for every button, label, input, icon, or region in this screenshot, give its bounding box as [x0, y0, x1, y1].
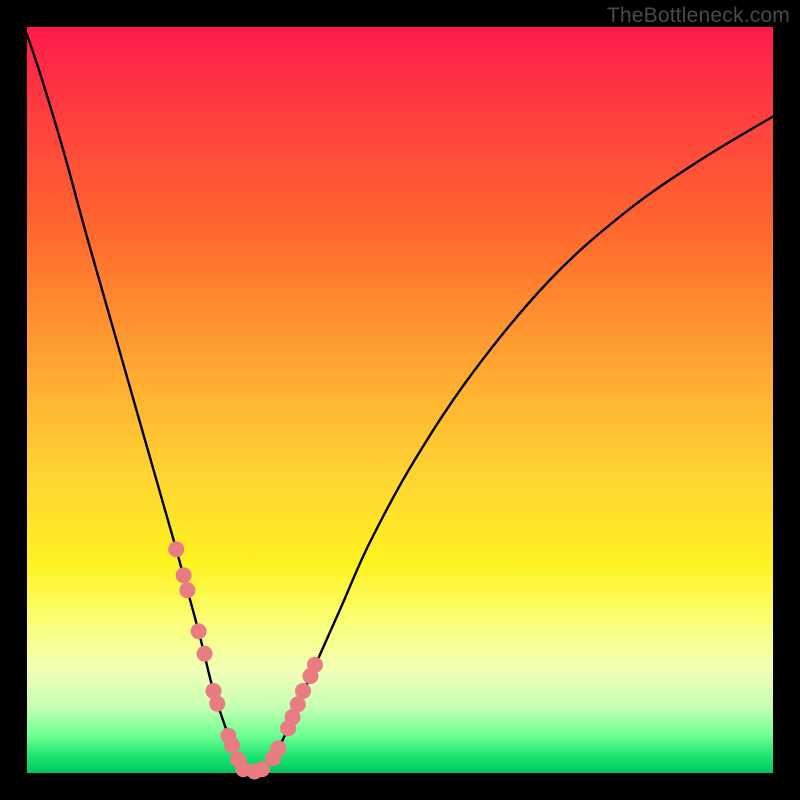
bottleneck-curve — [27, 34, 773, 773]
highlighted-points — [168, 541, 323, 779]
marker-dot — [295, 683, 311, 699]
marker-dot — [270, 740, 286, 756]
marker-dot — [197, 646, 213, 662]
chart-stage: TheBottleneck.com — [0, 0, 800, 800]
marker-dot — [307, 657, 323, 673]
watermark-text: TheBottleneck.com — [607, 4, 790, 28]
marker-dot — [209, 696, 225, 712]
marker-dot — [191, 623, 207, 639]
marker-dot — [176, 567, 192, 583]
marker-dot — [168, 541, 184, 557]
curve-svg — [27, 27, 773, 773]
marker-dot — [224, 737, 240, 753]
marker-dot — [179, 582, 195, 598]
plot-area — [27, 27, 773, 773]
